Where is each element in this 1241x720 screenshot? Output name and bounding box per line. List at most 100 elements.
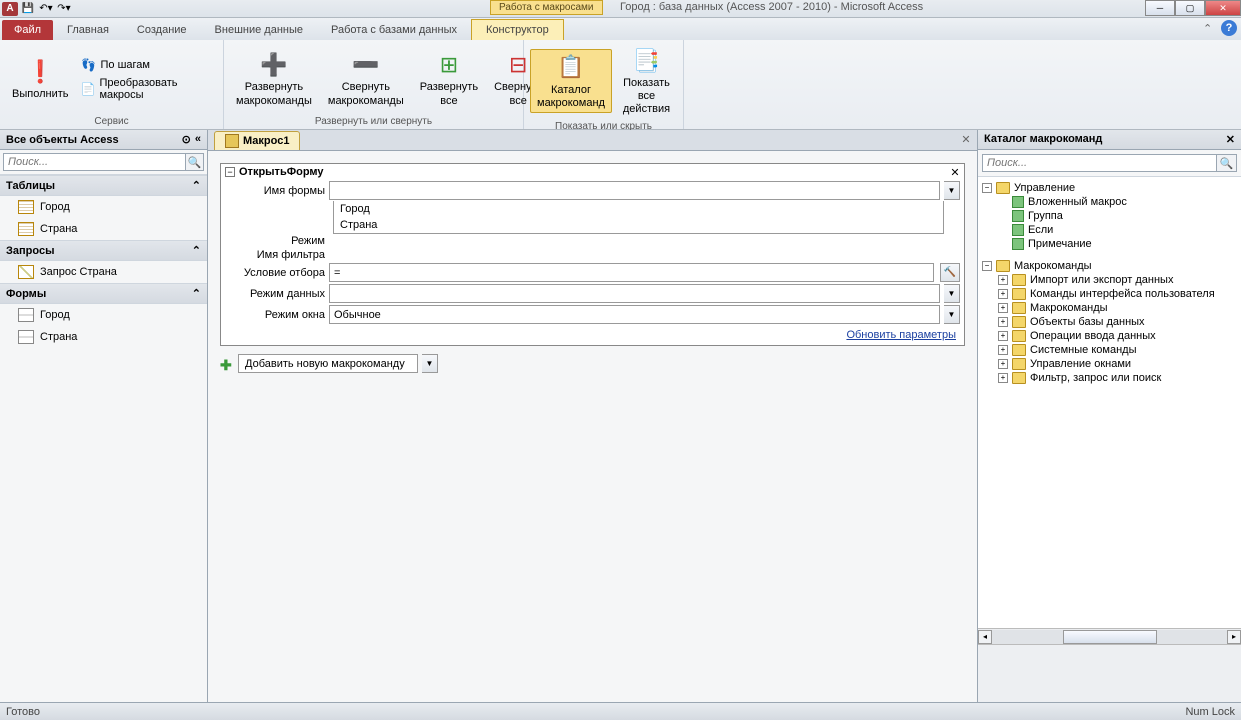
- tree-item[interactable]: Управление окнами: [1030, 358, 1131, 370]
- expand-node-icon[interactable]: +: [998, 289, 1008, 299]
- data-mode-input[interactable]: [329, 284, 940, 303]
- folder-icon: [1012, 344, 1026, 356]
- collapse-icon[interactable]: ⌃: [192, 244, 201, 257]
- form-icon: [18, 308, 34, 322]
- tree-item[interactable]: Операции ввода данных: [1030, 330, 1156, 342]
- catalog-hscrollbar[interactable]: ◂ ▸: [978, 628, 1241, 644]
- expand-node-icon[interactable]: +: [998, 373, 1008, 383]
- tree-item[interactable]: Группа: [1028, 210, 1063, 222]
- tab-create[interactable]: Создание: [123, 20, 201, 40]
- document-close-button[interactable]: ✕: [959, 133, 973, 147]
- expand-node-icon[interactable]: +: [998, 275, 1008, 285]
- data-mode-dropdown-button[interactable]: ▼: [944, 284, 960, 303]
- nav-query-item[interactable]: Запрос Страна: [0, 261, 207, 283]
- tree-flow-header[interactable]: Управление: [1014, 182, 1075, 194]
- folder-icon: [996, 182, 1010, 194]
- step-button[interactable]: 👣По шагам: [78, 56, 217, 74]
- remove-action-button[interactable]: ✕: [948, 166, 962, 180]
- show-all-button[interactable]: 📑Показать все действия: [616, 43, 677, 119]
- scroll-thumb[interactable]: [1063, 630, 1157, 644]
- window-mode-input[interactable]: Обычное: [329, 305, 940, 324]
- collapse-node-icon[interactable]: −: [982, 261, 992, 271]
- tree-item[interactable]: Импорт или экспорт данных: [1030, 274, 1173, 286]
- expand-node-icon[interactable]: +: [998, 359, 1008, 369]
- catalog-search-input[interactable]: [982, 154, 1217, 172]
- update-params-link[interactable]: Обновить параметры: [221, 325, 964, 345]
- tab-constructor[interactable]: Конструктор: [471, 19, 564, 40]
- queries-header[interactable]: Запросы: [6, 245, 54, 257]
- expand-node-icon[interactable]: +: [998, 331, 1008, 341]
- expand-node-icon[interactable]: +: [998, 303, 1008, 313]
- catalog-preview: [978, 644, 1241, 702]
- table-icon: [18, 200, 34, 214]
- window-mode-dropdown-button[interactable]: ▼: [944, 305, 960, 324]
- macro-icon: [225, 134, 239, 148]
- dropdown-option[interactable]: Страна: [334, 217, 943, 233]
- tab-dbtools[interactable]: Работа с базами данных: [317, 20, 471, 40]
- catalog-close-button[interactable]: ✕: [1226, 133, 1235, 146]
- save-icon[interactable]: 💾: [20, 2, 36, 16]
- form-icon: [18, 330, 34, 344]
- folder-icon: [1012, 316, 1026, 328]
- tree-actions-header[interactable]: Макрокоманды: [1014, 260, 1092, 272]
- add-action-dropdown-button[interactable]: ▼: [422, 354, 438, 373]
- nav-search-button[interactable]: 🔍: [186, 153, 204, 171]
- catalog-search-button[interactable]: 🔍: [1217, 154, 1237, 172]
- tree-item[interactable]: Системные команды: [1030, 344, 1136, 356]
- expand-actions-button[interactable]: ➕Развернуть макрокоманды: [230, 47, 318, 109]
- collapse-actions-button[interactable]: ➖Свернуть макрокоманды: [322, 47, 410, 109]
- file-tab[interactable]: Файл: [2, 20, 53, 40]
- catalog-button[interactable]: 📋Каталог макрокоманд: [530, 49, 612, 113]
- expand-icon: ➕: [258, 49, 290, 81]
- group-tools-label: Сервис: [6, 114, 217, 129]
- nav-table-item[interactable]: Страна: [0, 218, 207, 240]
- expression-builder-button[interactable]: 🔨: [940, 263, 960, 282]
- document-tab[interactable]: Макрос1: [214, 131, 300, 150]
- minimize-button[interactable]: ─: [1145, 0, 1175, 16]
- tree-item[interactable]: Макрокоманды: [1030, 302, 1108, 314]
- dropdown-option[interactable]: Город: [334, 201, 943, 217]
- nav-form-item[interactable]: Страна: [0, 326, 207, 348]
- expand-all-button[interactable]: ⊞Развернуть все: [414, 47, 484, 109]
- nav-form-item[interactable]: Город: [0, 304, 207, 326]
- flow-item-icon: [1012, 196, 1024, 208]
- tree-item[interactable]: Команды интерфейса пользователя: [1030, 288, 1215, 300]
- where-input[interactable]: =: [329, 263, 934, 282]
- collapse-icon[interactable]: ⌃: [192, 287, 201, 300]
- flow-item-icon: [1012, 238, 1024, 250]
- tables-header[interactable]: Таблицы: [6, 180, 55, 192]
- run-button[interactable]: ❗ Выполнить: [6, 54, 74, 103]
- scroll-left-icon[interactable]: ◂: [978, 630, 992, 644]
- form-name-dropdown-button[interactable]: ▼: [944, 181, 960, 200]
- maximize-button[interactable]: ▢: [1175, 0, 1205, 16]
- tree-item[interactable]: Фильтр, запрос или поиск: [1030, 372, 1161, 384]
- expand-node-icon[interactable]: +: [998, 345, 1008, 355]
- add-action-icon: ✚: [220, 357, 234, 371]
- tree-item[interactable]: Объекты базы данных: [1030, 316, 1145, 328]
- redo-icon[interactable]: ↷▾: [56, 2, 72, 16]
- collapse-action-icon[interactable]: −: [225, 167, 235, 177]
- nav-collapse-icon[interactable]: «: [195, 133, 201, 146]
- add-action-combo[interactable]: Добавить новую макрокоманду: [238, 354, 418, 373]
- form-name-label: Имя формы: [225, 185, 325, 197]
- close-button[interactable]: ✕: [1205, 0, 1241, 16]
- tree-item[interactable]: Если: [1028, 224, 1053, 236]
- convert-button[interactable]: 📄Преобразовать макросы: [78, 76, 217, 102]
- nav-search-input[interactable]: [3, 153, 186, 171]
- minimize-ribbon-icon[interactable]: ⌃: [1203, 22, 1215, 34]
- scroll-right-icon[interactable]: ▸: [1227, 630, 1241, 644]
- tree-item[interactable]: Вложенный макрос: [1028, 196, 1127, 208]
- nav-table-item[interactable]: Город: [0, 196, 207, 218]
- help-icon[interactable]: ?: [1221, 20, 1237, 36]
- form-name-input[interactable]: [329, 181, 940, 200]
- tree-item[interactable]: Примечание: [1028, 238, 1092, 250]
- window-title: Город : база данных (Access 2007 - 2010)…: [620, 1, 923, 13]
- tab-home[interactable]: Главная: [53, 20, 123, 40]
- forms-header[interactable]: Формы: [6, 288, 46, 300]
- collapse-icon[interactable]: ⌃: [192, 179, 201, 192]
- undo-icon[interactable]: ↶▾: [38, 2, 54, 16]
- collapse-node-icon[interactable]: −: [982, 183, 992, 193]
- nav-dropdown-icon[interactable]: ⊙: [182, 133, 191, 146]
- tab-external[interactable]: Внешние данные: [201, 20, 317, 40]
- expand-node-icon[interactable]: +: [998, 317, 1008, 327]
